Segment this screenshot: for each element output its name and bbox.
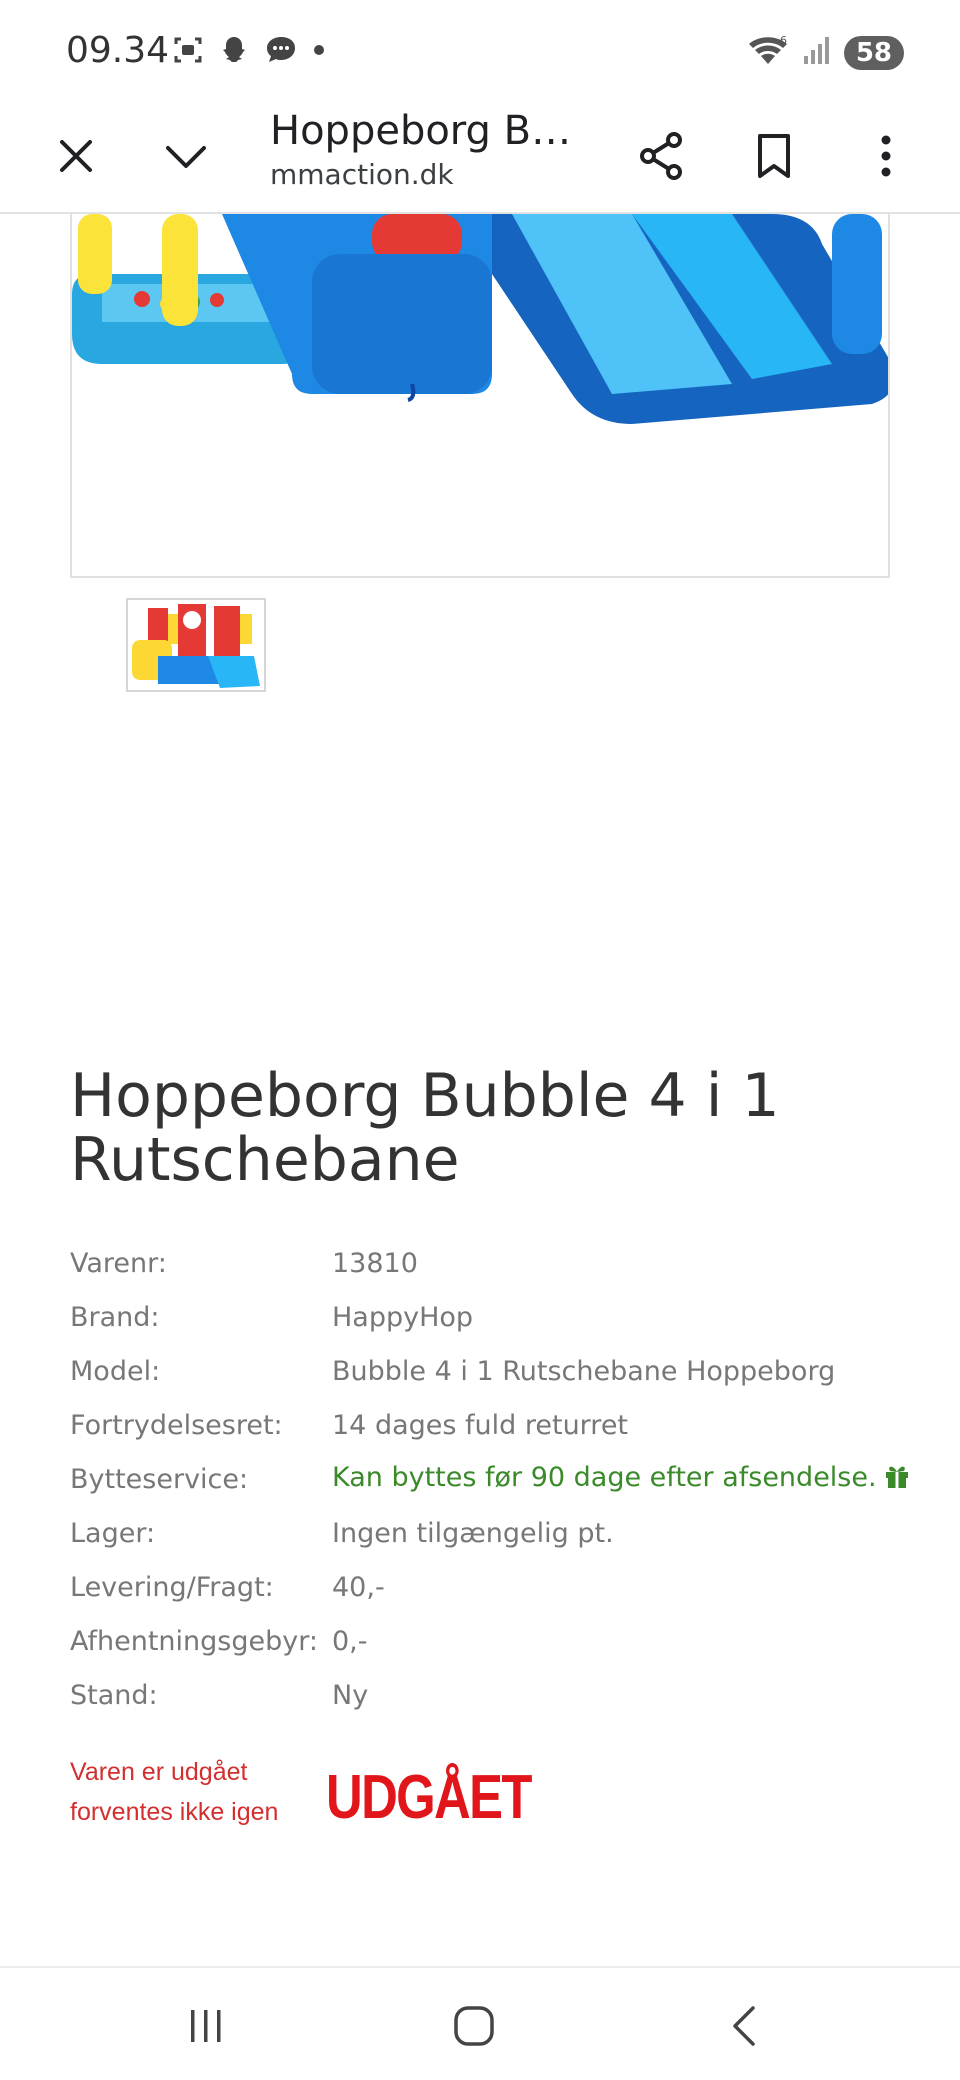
spec-label: Varenr: [70,1247,167,1279]
discontinued-badge: UDGÅET [326,1763,532,1832]
spec-value: 14 dages fuld returret [332,1409,629,1441]
spec-row-fortrydelsesret: Fortrydelsesret: 14 dages fuld returret [70,1398,930,1452]
spec-value: 0,- [332,1625,368,1657]
spec-row-varenr: Varenr: 13810 [70,1236,930,1290]
wifi-icon: 6 [746,32,790,73]
dot-icon [312,43,326,62]
spec-row-lager: Lager: Ingen tilgængelig pt. [70,1506,930,1560]
spec-value-text: Kan byttes før 90 dage efter afsendelse. [332,1461,877,1493]
spec-label: Fortrydelsesret: [70,1409,283,1441]
chevron-down-icon [166,146,206,168]
spec-label: Stand: [70,1679,158,1711]
signal-icon [802,34,832,71]
product-specs: Varenr: 13810 Brand: HappyHop Model: Bub… [70,1236,930,1722]
system-icons: 6 58 [746,32,904,73]
spec-label: Bytteservice: [70,1463,249,1495]
status-time: 09.34 [66,30,170,71]
home-icon [454,2006,494,2046]
spec-value: Kan byttes før 90 dage efter afsendelse. [332,1462,911,1497]
spec-value: 13810 [332,1247,418,1279]
discontinued-note: Varen er udgået forventes ikke igen [70,1752,278,1832]
spec-label: Brand: [70,1301,160,1333]
back-icon [733,2006,755,2046]
discontinued-note-line1: Varen er udgået [70,1758,248,1786]
spec-label: Model: [70,1355,161,1387]
spec-row-afhentningsgebyr: Afhentningsgebyr: 0,- [70,1614,930,1668]
spec-value: Ny [332,1679,369,1711]
spec-value: 40,- [332,1571,385,1603]
share-button[interactable] [630,124,694,188]
spec-row-levering: Levering/Fragt: 40,- [70,1560,930,1614]
back-button[interactable] [704,1996,784,2056]
snapchat-icon [218,34,250,71]
more-vertical-icon [881,135,891,177]
recent-apps-icon [191,2010,221,2042]
page-url: mmaction.dk [270,158,454,191]
product-title: Hoppeborg Bubble 4 i 1 Rutschebane [70,1061,780,1195]
gift-icon [883,1462,911,1497]
spec-label: Afhentningsgebyr: [70,1625,318,1657]
spec-row-stand: Stand: Ny [70,1668,930,1722]
page-title: Hoppeborg Bu... [270,108,590,154]
page-info[interactable]: Hoppeborg Bu... mmaction.dk [270,104,590,191]
spec-value: HappyHop [332,1301,474,1333]
battery-indicator: 58 [843,35,904,70]
product-image[interactable] [70,214,890,578]
spec-label: Levering/Fragt: [70,1571,274,1603]
screenshot-icon [172,34,204,71]
product-thumbnail[interactable] [126,598,266,692]
spec-row-brand: Brand: HappyHop [70,1290,930,1344]
notification-icons [172,34,326,71]
spec-row-model: Model: Bubble 4 i 1 Rutschebane Hoppebor… [70,1344,930,1398]
spec-value: Ingen tilgængelig pt. [332,1517,614,1549]
browser-toolbar: Hoppeborg Bu... mmaction.dk [0,100,960,214]
home-button[interactable] [434,1996,514,2056]
system-nav-bar [0,1966,960,2080]
spec-row-bytteservice: Bytteservice: Kan byttes før 90 dage eft… [70,1452,930,1506]
bookmark-icon [758,134,790,178]
chat-icon [264,34,298,71]
close-icon [60,140,92,172]
more-options-button[interactable] [854,124,918,188]
spec-value: Bubble 4 i 1 Rutschebane Hoppeborg [332,1355,836,1387]
discontinued-note-line2: forventes ikke igen [70,1798,279,1826]
status-bar: 09.34 6 58 [0,0,960,100]
spec-label: Lager: [70,1517,156,1549]
close-button[interactable] [44,124,108,188]
wifi-badge: 6 [780,34,787,47]
recent-apps-button[interactable] [166,1996,246,2056]
bookmark-button[interactable] [742,124,806,188]
share-icon [640,132,682,180]
minimize-button[interactable] [154,124,218,188]
